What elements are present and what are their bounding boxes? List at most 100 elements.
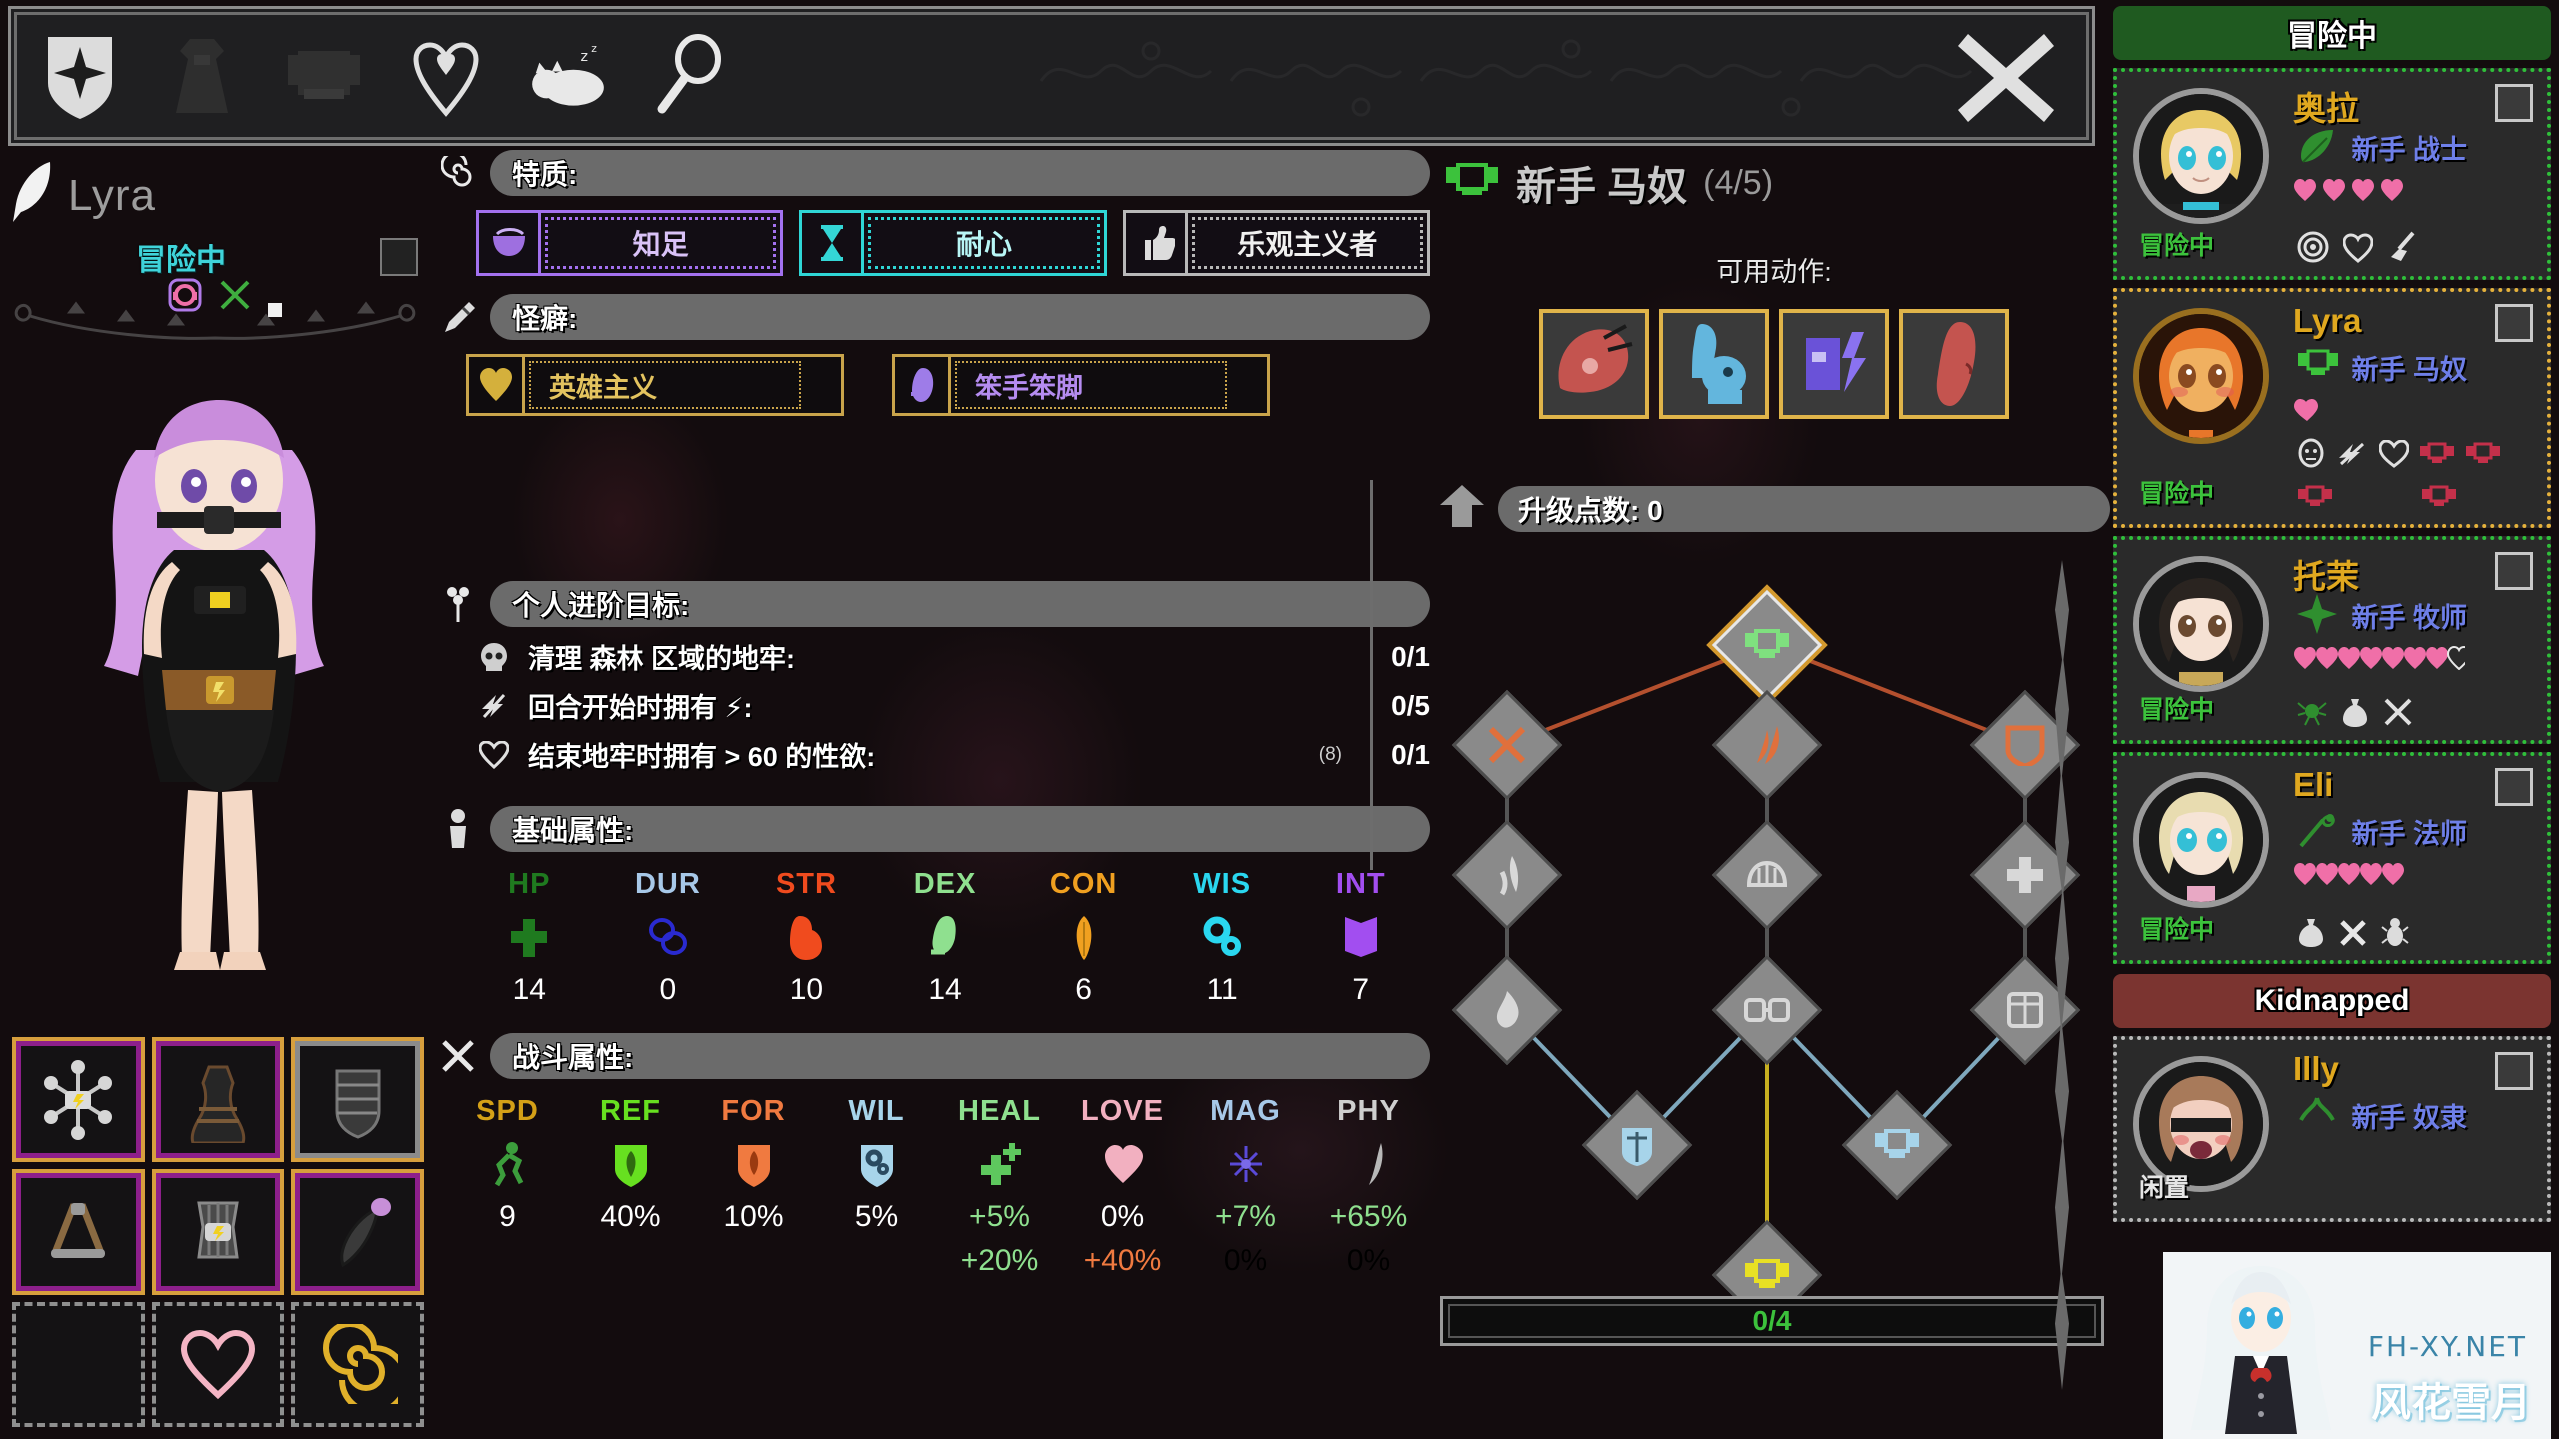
heart-horns-icon[interactable]: [403, 30, 489, 122]
party-state-2: 冒险中: [2139, 696, 2215, 724]
tree-scroll-thumb[interactable]: [2055, 560, 2069, 1390]
spider-icon: [2297, 697, 2327, 732]
spiral-slot[interactable]: [291, 1301, 424, 1427]
bowl-icon: [479, 213, 541, 273]
stat-col-con: CON 6: [1014, 868, 1153, 1007]
party-hearts-3: [2293, 862, 2421, 886]
quirk-item-0[interactable]: 英雄主义: [466, 354, 844, 416]
party-card-4[interactable]: Illy 新手 奴隶 闲置: [2113, 1036, 2551, 1222]
level-points-label: 升级点数: 0: [1498, 485, 2110, 532]
party-card-3[interactable]: Eli 新手 法师 冒险中: [2113, 752, 2551, 964]
ability-red-leg-icon[interactable]: [1899, 309, 2009, 419]
quirk-label-1: 笨手笨脚: [955, 361, 1227, 409]
trait-item-2[interactable]: 乐观主义者: [1122, 210, 1430, 276]
goal-sub-2: (8): [1318, 743, 1342, 765]
stat-value-phy: +65%: [1329, 1200, 1408, 1233]
empty-slot-1[interactable]: [12, 1301, 145, 1427]
corset-shock-slot[interactable]: [151, 1169, 285, 1295]
base-stats-label: 基础属性:: [490, 806, 1430, 852]
ability-purple-shock-icon[interactable]: [1779, 309, 1889, 419]
party-state-4: 闲置: [2139, 1174, 2190, 1202]
armor-slot[interactable]: [291, 1037, 424, 1163]
dress-slot[interactable]: [151, 1037, 285, 1163]
fan-icon: [1745, 859, 1789, 891]
stat-value-dex: 14: [928, 973, 962, 1006]
shield-star-icon[interactable]: [37, 30, 123, 122]
goal-count-0: 0/1: [1391, 640, 1430, 672]
trait-item-1[interactable]: 耐心: [799, 210, 1107, 276]
gag-mask-icon[interactable]: [281, 30, 367, 122]
claw-icon: [1747, 724, 1787, 766]
strap-slot[interactable]: [12, 1169, 145, 1295]
chain-icon: [647, 911, 689, 963]
party-checkbox-0[interactable]: [2495, 84, 2533, 122]
lightning-slash-icon: [2335, 440, 2369, 473]
bag-icon: [2297, 915, 2325, 952]
avatar-0: [2133, 88, 2269, 224]
skull-icon: [476, 639, 512, 675]
party-card-1[interactable]: Lyra 新手 马奴 冒险中: [2113, 288, 2551, 528]
combat-stats-table: SPD 9 REF 40% FOR 10% WIL 5% HEAL +5% +2…: [446, 1095, 1430, 1278]
banner-adventuring: 冒险中: [2113, 6, 2551, 60]
watermark-character: [2177, 1256, 2345, 1436]
party-state-1: 冒险中: [2139, 480, 2215, 508]
party-card-2[interactable]: 托茉 新手 牧师 冒险中: [2113, 536, 2551, 744]
heart-filigree-decor: [1031, 21, 2031, 141]
box-icon: [2005, 990, 2045, 1030]
stat-col-dur: DUR 0: [599, 868, 738, 1007]
avatar-1: [2133, 308, 2269, 444]
trait-label-0: 知足: [545, 217, 777, 269]
trait-item-0[interactable]: 知足: [476, 210, 784, 276]
stat-label-wil: WIL: [848, 1095, 905, 1127]
stat-label-str: STR: [775, 868, 837, 900]
tree-scrollbar[interactable]: [2055, 560, 2069, 1390]
shield-wheat-icon: [736, 1138, 772, 1190]
character-slot-checkbox[interactable]: [380, 238, 418, 276]
party-icons-2: [2297, 695, 2533, 732]
stat-label-dex: DEX: [913, 868, 977, 900]
wand-icon-3: [2297, 810, 2337, 850]
stat-value-heal: +5%: [969, 1200, 1030, 1233]
runner-icon: [489, 1138, 527, 1190]
magnifier-icon[interactable]: [647, 30, 733, 122]
magic-burst-icon: [1226, 1138, 1266, 1190]
party-icons-0: [2297, 231, 2533, 268]
shield-leaf-icon: [613, 1138, 649, 1190]
stat-label-con: CON: [1049, 868, 1118, 900]
heart-slot[interactable]: [151, 1301, 285, 1427]
dress-icon[interactable]: [159, 30, 245, 122]
stat-value-dur: 0: [659, 973, 677, 1006]
party-checkbox-2[interactable]: [2495, 552, 2533, 590]
book-icon: [1341, 911, 1381, 963]
heart-outline-icon: [476, 737, 512, 773]
party-state-0: 冒险中: [2139, 232, 2215, 260]
gag-red-icon-2: [2465, 440, 2501, 473]
party-checkbox-4[interactable]: [2495, 1052, 2533, 1090]
gag-icon-1: [2297, 346, 2338, 386]
quirk-item-1[interactable]: 笨手笨脚: [892, 354, 1270, 416]
purple-foot-icon: [895, 357, 951, 413]
character-name-row: Lyra: [10, 158, 156, 233]
party-card-0[interactable]: 奥拉 新手 战士 冒险中: [2113, 68, 2551, 280]
ability-red-hair-icon[interactable]: [1539, 309, 1649, 419]
character-portrait: [24, 340, 414, 1130]
party-state-3: 冒险中: [2139, 916, 2215, 944]
stat-label-heal: HEAL: [958, 1095, 1041, 1127]
party-checkbox-1[interactable]: [2495, 304, 2533, 342]
sleeping-cat-icon[interactable]: zz: [525, 30, 611, 122]
stat-label-love: LOVE: [1081, 1095, 1164, 1127]
svg-text:z: z: [591, 42, 597, 55]
harness-shock-slot[interactable]: [12, 1037, 145, 1163]
tail-slot[interactable]: [291, 1169, 424, 1295]
party-checkbox-3[interactable]: [2495, 768, 2533, 806]
ability-blue-kneel-icon[interactable]: [1659, 309, 1769, 419]
gears-icon: [1200, 911, 1244, 963]
goals-header: 个人进阶目标:: [440, 581, 1430, 627]
cross-plus-icon: [979, 1138, 1021, 1190]
stat-label-hp: HP: [508, 868, 551, 900]
goal-count-2: 0/1: [1391, 738, 1430, 770]
gag-red-icon-4: [2421, 483, 2457, 516]
class-progress-bar: 0/4: [1440, 1296, 2104, 1346]
stat-col-str: STR 10: [737, 868, 876, 1007]
vine-icon-4: [2297, 1094, 2337, 1134]
